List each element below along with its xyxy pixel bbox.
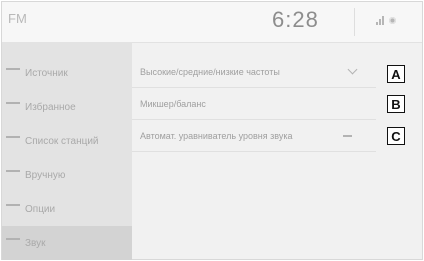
source-title: FM: [8, 11, 27, 26]
manual-tune-icon: [6, 170, 20, 180]
header-divider: [354, 8, 355, 36]
head-unit-screen: FM 6:28 Источник Избранное Список станци…: [1, 1, 423, 260]
setting-row-fader-balance[interactable]: Микшер/баланс: [132, 88, 376, 120]
sidebar-item-label: Опции: [25, 203, 56, 215]
settings-gear-icon: [389, 17, 396, 24]
sound-icon: [6, 238, 20, 248]
sidebar-item-source[interactable]: Источник: [2, 56, 132, 90]
setting-row-treble-mid-bass[interactable]: Высокие/средние/низкие частоты: [132, 56, 376, 88]
callout-label-a: A: [387, 65, 405, 83]
sidebar-item-manual[interactable]: Вручную: [2, 158, 132, 192]
sidebar-item-label: Избранное: [25, 101, 76, 113]
setting-label: Автомат. уравниватель уровня звука: [140, 130, 293, 141]
callout-label-b: B: [387, 95, 405, 113]
options-icon: [6, 204, 20, 214]
minus-icon: [343, 135, 352, 137]
chevron-down-icon: [347, 64, 358, 75]
sidebar-item-favorites[interactable]: Избранное: [2, 90, 132, 124]
favorites-icon: [6, 102, 20, 112]
station-list-icon: [6, 136, 20, 146]
source-icon: [6, 68, 20, 78]
sidebar-item-options[interactable]: Опции: [2, 192, 132, 226]
sidebar-item-label: Вручную: [25, 169, 66, 181]
setting-row-auto-level[interactable]: Автомат. уравниватель уровня звука: [132, 120, 376, 152]
signal-icon: [376, 16, 384, 25]
callout-label-c: C: [387, 127, 405, 145]
sidebar-item-station-list[interactable]: Список станций: [2, 124, 132, 158]
sidebar-item-sound[interactable]: Звук: [2, 226, 132, 260]
clock: 6:28: [272, 7, 319, 32]
sound-settings-panel: Высокие/средние/низкие частоты Микшер/ба…: [132, 42, 422, 259]
header-bar: FM 6:28: [2, 2, 422, 43]
setting-label: Высокие/средние/низкие частоты: [140, 66, 280, 77]
sidebar-item-label: Список станций: [25, 135, 99, 147]
sidebar-item-label: Источник: [25, 67, 68, 79]
setting-label: Микшер/баланс: [140, 98, 206, 109]
sidebar: Источник Избранное Список станций Вручну…: [2, 42, 132, 260]
status-icons: [376, 16, 396, 25]
sidebar-item-label: Звук: [25, 237, 46, 249]
